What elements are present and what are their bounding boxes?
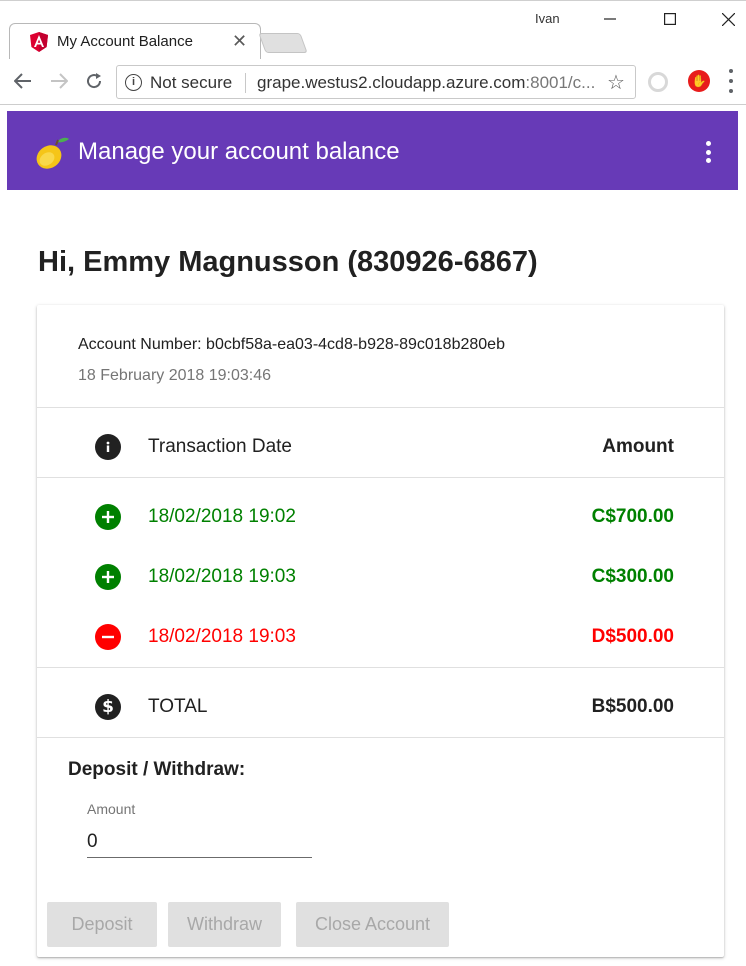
omnibox-divider <box>245 73 246 93</box>
account-number: Account Number: b0cbf58a-ea03-4cd8-b928-… <box>78 336 505 353</box>
transaction-row: 18/02/2018 19:03 C$300.00 <box>37 547 724 607</box>
info-circle-icon <box>95 434 121 460</box>
browser-toolbar: i Not secure grape.westus2.cloudapp.azur… <box>0 59 746 105</box>
divider <box>37 737 724 738</box>
app-title: Manage your account balance <box>78 138 400 165</box>
total-row: $ TOTAL B$500.00 <box>37 677 724 737</box>
amount-label: Amount <box>87 801 136 817</box>
back-icon[interactable] <box>9 67 37 95</box>
account-card: Account Number: b0cbf58a-ea03-4cd8-b928-… <box>37 305 724 957</box>
maximize-icon[interactable] <box>647 5 693 33</box>
deposit-withdraw-title: Deposit / Withdraw: <box>68 759 246 780</box>
minimize-icon[interactable] <box>587 5 633 33</box>
browser-tab[interactable]: My Account Balance ✕ <box>9 23 261 60</box>
header-transaction-date: Transaction Date <box>148 436 292 457</box>
app-menu-icon[interactable] <box>705 141 711 163</box>
transaction-row: 18/02/2018 19:02 C$700.00 <box>37 487 724 547</box>
transaction-date: 18/02/2018 19:03 <box>148 626 296 647</box>
mango-logo-icon <box>36 137 69 169</box>
greeting-heading: Hi, Emmy Magnusson (830926-6867) <box>38 246 538 278</box>
divider <box>37 407 724 408</box>
address-bar[interactable]: i Not secure grape.westus2.cloudapp.azur… <box>116 65 636 99</box>
account-date: 18 February 2018 19:03:46 <box>78 367 272 384</box>
tab-title: My Account Balance <box>57 33 193 50</box>
reload-icon[interactable] <box>80 67 108 95</box>
profile-name[interactable]: Ivan <box>535 11 560 26</box>
extension-icon[interactable] <box>648 72 668 92</box>
transaction-amount: C$700.00 <box>591 506 674 527</box>
amount-input[interactable] <box>87 824 312 858</box>
add-circle-icon <box>95 564 121 590</box>
dollar-circle-icon: $ <box>95 694 121 720</box>
close-account-button[interactable]: Close Account <box>296 902 449 947</box>
transaction-amount: C$300.00 <box>591 566 674 587</box>
transaction-row: 18/02/2018 19:03 D$500.00 <box>37 607 724 667</box>
forward-icon[interactable] <box>45 67 73 95</box>
divider <box>37 477 724 478</box>
url-host: grape.westus2.cloudapp.azure.com <box>257 73 526 92</box>
star-icon[interactable]: ☆ <box>607 70 625 95</box>
browser-tabstrip: My Account Balance ✕ Ivan <box>0 0 746 60</box>
url-text[interactable]: grape.westus2.cloudapp.azure.com:8001/c.… <box>257 73 602 93</box>
new-tab-button[interactable] <box>258 33 308 53</box>
divider <box>37 667 724 668</box>
info-icon[interactable]: i <box>125 74 142 91</box>
header-amount: Amount <box>602 436 674 457</box>
total-label: TOTAL <box>148 696 208 717</box>
table-header-row: Transaction Date Amount <box>37 417 724 477</box>
transaction-amount: D$500.00 <box>591 626 674 647</box>
add-circle-icon <box>95 504 121 530</box>
transaction-date: 18/02/2018 19:03 <box>148 566 296 587</box>
total-amount: B$500.00 <box>591 696 674 717</box>
app-header: Manage your account balance <box>7 111 738 190</box>
angular-favicon-icon <box>30 32 48 52</box>
transaction-date: 18/02/2018 19:02 <box>148 506 296 527</box>
deposit-button[interactable]: Deposit <box>47 902 157 947</box>
url-rest: :8001/c... <box>525 73 596 92</box>
close-window-icon[interactable] <box>705 5 746 33</box>
browser-menu-icon[interactable] <box>728 69 734 93</box>
adblock-icon[interactable]: ✋ <box>688 70 710 92</box>
remove-circle-icon <box>95 624 121 650</box>
tab-close-icon[interactable]: ✕ <box>232 30 247 52</box>
withdraw-button[interactable]: Withdraw <box>168 902 281 947</box>
security-label[interactable]: Not secure <box>150 73 232 93</box>
